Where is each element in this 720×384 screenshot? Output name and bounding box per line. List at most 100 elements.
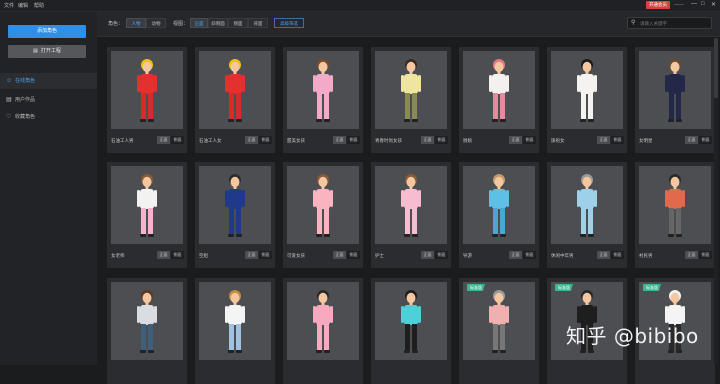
- front-view-button[interactable]: 正面: [685, 136, 698, 144]
- role-card[interactable]: 空姐 正面 侧面: [195, 162, 275, 268]
- side-view-button[interactable]: 侧面: [171, 251, 184, 259]
- role-card[interactable]: 护士 正面 侧面: [371, 162, 451, 268]
- front-view-button[interactable]: 正面: [157, 251, 170, 259]
- figure-face: [406, 61, 416, 73]
- side-view-button[interactable]: 侧面: [523, 136, 536, 144]
- menu-help[interactable]: 帮助: [34, 2, 44, 9]
- advanced-filter-button[interactable]: 高级筛选: [274, 18, 304, 28]
- side-view-button[interactable]: 侧面: [435, 136, 448, 144]
- front-view-button[interactable]: 正面: [421, 136, 434, 144]
- role-card[interactable]: 甜美女孩 正面 侧面: [283, 47, 363, 153]
- role-card[interactable]: [107, 278, 187, 384]
- role-thumbnail[interactable]: [111, 282, 183, 360]
- character-figure: [313, 59, 333, 122]
- chip-animals[interactable]: 动物: [146, 18, 166, 28]
- chip-back[interactable]: 背面: [248, 18, 268, 28]
- role-thumbnail[interactable]: [199, 282, 271, 360]
- front-view-button[interactable]: 正面: [245, 251, 258, 259]
- front-view-button[interactable]: 正面: [509, 251, 522, 259]
- role-thumbnail[interactable]: 标准版: [463, 282, 535, 360]
- menu-edit[interactable]: 编辑: [18, 2, 28, 9]
- role-card[interactable]: 厨娘 正面 侧面: [459, 47, 539, 153]
- role-name: 厨娘: [463, 138, 472, 143]
- role-card[interactable]: 女老师 正面 侧面: [107, 162, 187, 268]
- role-thumbnail[interactable]: [375, 166, 447, 244]
- add-role-button[interactable]: 添加角色: [8, 25, 86, 38]
- role-thumbnail[interactable]: [375, 51, 447, 129]
- search-input[interactable]: [640, 19, 708, 27]
- sidebar-item-favorites[interactable]: ♡ 收藏角色: [0, 109, 97, 125]
- figure-arm-right: [242, 190, 245, 207]
- minimize-icon[interactable]: —: [691, 1, 697, 7]
- front-view-button[interactable]: 正面: [685, 251, 698, 259]
- role-card[interactable]: [283, 278, 363, 384]
- role-card[interactable]: 旗袍女 正面 侧面: [547, 47, 627, 153]
- role-thumbnail[interactable]: [111, 51, 183, 129]
- front-view-button[interactable]: 正面: [245, 136, 258, 144]
- role-thumbnail[interactable]: [639, 166, 711, 244]
- role-thumbnail[interactable]: [639, 51, 711, 129]
- side-view-button[interactable]: 侧面: [611, 251, 624, 259]
- front-view-button[interactable]: 正面: [333, 136, 346, 144]
- role-card[interactable]: 可爱女孩 正面 侧面: [283, 162, 363, 268]
- chip-people[interactable]: 人物: [126, 18, 146, 28]
- close-icon[interactable]: ✕: [711, 1, 716, 8]
- role-thumbnail[interactable]: [463, 166, 535, 244]
- front-view-button[interactable]: 正面: [509, 136, 522, 144]
- role-thumbnail[interactable]: [463, 51, 535, 129]
- figure-torso: [140, 189, 154, 209]
- figure-face: [318, 292, 328, 304]
- sidebar-item-user-works[interactable]: ▤ 用户作品: [0, 92, 97, 108]
- side-view-button[interactable]: 侧面: [259, 136, 272, 144]
- front-view-button[interactable]: 正面: [597, 251, 610, 259]
- role-card[interactable]: 休闲中年男 正面 侧面: [547, 162, 627, 268]
- side-view-button[interactable]: 侧面: [699, 251, 712, 259]
- side-view-button[interactable]: 侧面: [347, 251, 360, 259]
- side-view-button[interactable]: 侧面: [347, 136, 360, 144]
- side-view-button[interactable]: 侧面: [171, 136, 184, 144]
- role-card[interactable]: 石油工人女 正面 侧面: [195, 47, 275, 153]
- sidebar-item-online-roles[interactable]: ☺ 在线角色: [0, 73, 97, 89]
- figure-face: [230, 292, 240, 304]
- open-project-button[interactable]: ▤ 打开工程: [8, 45, 86, 58]
- figure-face: [406, 176, 416, 188]
- role-thumbnail[interactable]: [199, 166, 271, 244]
- scrollbar[interactable]: [714, 38, 718, 365]
- role-thumbnail[interactable]: [199, 51, 271, 129]
- role-card[interactable]: [371, 278, 451, 384]
- side-view-button[interactable]: 侧面: [523, 251, 536, 259]
- scroll-thumb[interactable]: [714, 38, 718, 98]
- side-view-button[interactable]: 侧面: [611, 136, 624, 144]
- menu-file[interactable]: 文件: [4, 2, 14, 9]
- front-view-button[interactable]: 正面: [157, 136, 170, 144]
- front-view-button[interactable]: 正面: [333, 251, 346, 259]
- role-thumbnail[interactable]: [287, 282, 359, 360]
- figure-arm-left: [225, 75, 228, 92]
- front-view-button[interactable]: 正面: [597, 136, 610, 144]
- search-icon[interactable]: ⚲: [631, 19, 635, 26]
- username[interactable]: ‒‒‒‒: [674, 2, 684, 8]
- role-thumbnail[interactable]: [375, 282, 447, 360]
- role-card[interactable]: [195, 278, 275, 384]
- side-view-button[interactable]: 侧面: [699, 136, 712, 144]
- role-card[interactable]: 女明星 正面 侧面: [635, 47, 715, 153]
- role-thumbnail[interactable]: [551, 166, 623, 244]
- role-card[interactable]: 导游 正面 侧面: [459, 162, 539, 268]
- role-thumbnail[interactable]: [287, 51, 359, 129]
- role-card[interactable]: 石油工人男 正面 侧面: [107, 47, 187, 153]
- chip-oblique[interactable]: 斜侧面: [208, 18, 228, 28]
- role-thumbnail[interactable]: [551, 51, 623, 129]
- role-card[interactable]: 标准版: [459, 278, 539, 384]
- figure-leg-left: [141, 208, 146, 234]
- chip-front[interactable]: 正面: [190, 18, 208, 28]
- role-card[interactable]: 村民男 正面 侧面: [635, 162, 715, 268]
- chip-side[interactable]: 侧面: [228, 18, 248, 28]
- vip-badge[interactable]: 开通会员: [646, 1, 670, 9]
- role-thumbnail[interactable]: [111, 166, 183, 244]
- side-view-button[interactable]: 侧面: [435, 251, 448, 259]
- maximize-icon[interactable]: □: [701, 1, 705, 7]
- front-view-button[interactable]: 正面: [421, 251, 434, 259]
- role-thumbnail[interactable]: [287, 166, 359, 244]
- role-card[interactable]: 青春时尚女孩 正面 侧面: [371, 47, 451, 153]
- side-view-button[interactable]: 侧面: [259, 251, 272, 259]
